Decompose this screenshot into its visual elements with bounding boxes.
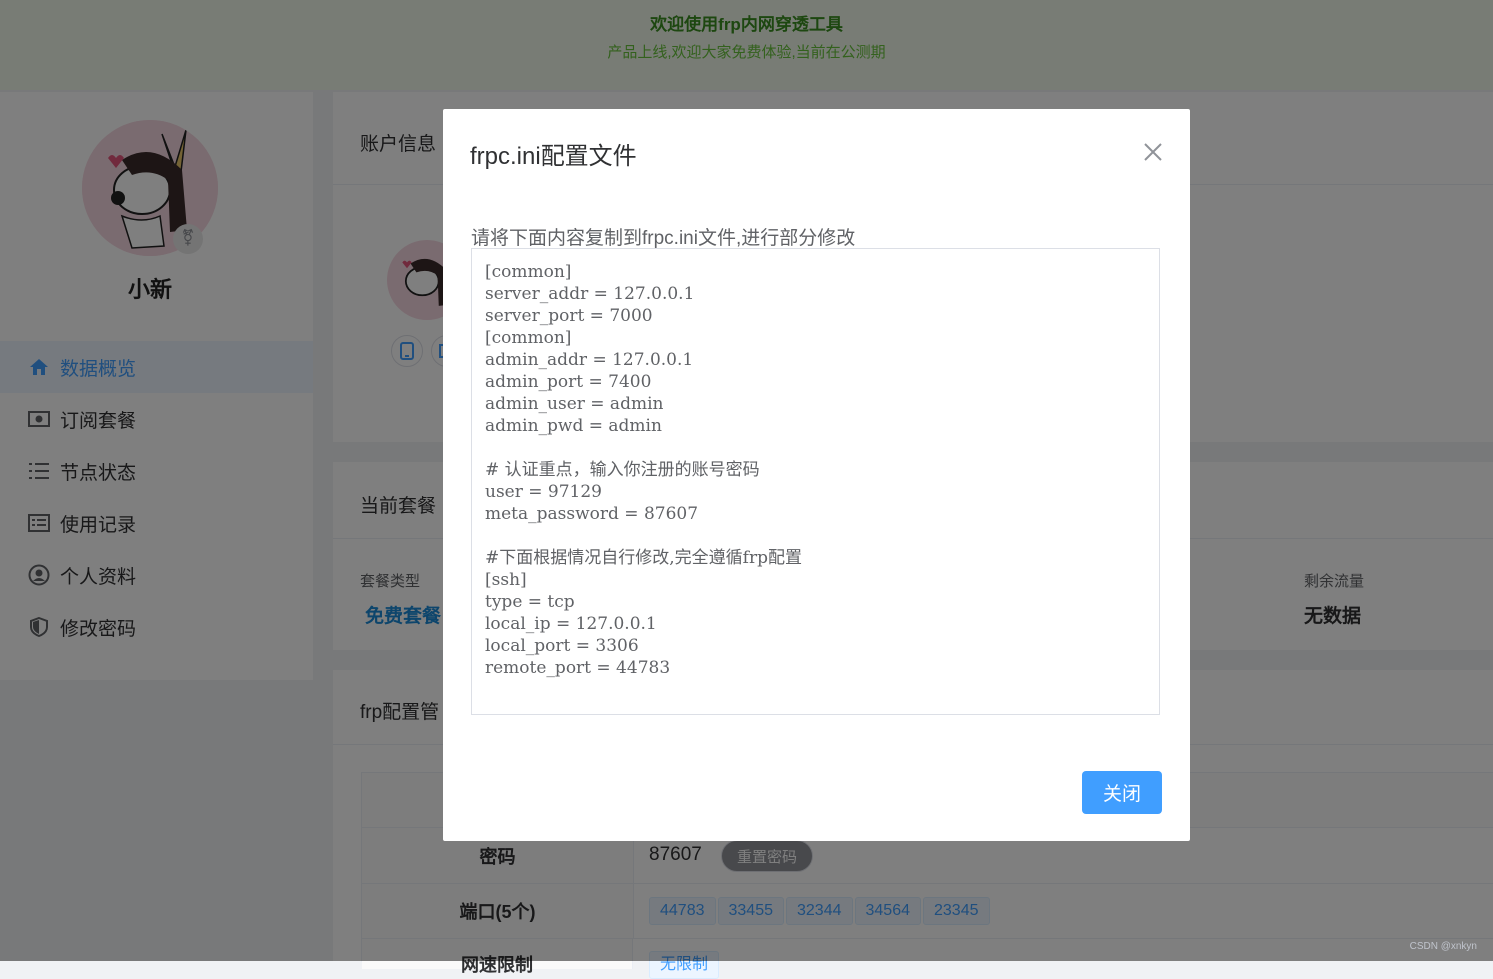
dialog-hint: 请将下面内容复制到frpc.ini文件,进行部分修改 (471, 228, 856, 249)
watermark: CSDN @xnkyn (1409, 941, 1477, 952)
config-dialog: frpc.ini配置文件 请将下面内容复制到frpc.ini文件,进行部分修改 … (443, 109, 1190, 841)
dialog-title: frpc.ini配置文件 (470, 143, 637, 170)
close-button[interactable]: 关闭 (1082, 771, 1162, 814)
close-icon[interactable] (1141, 140, 1165, 164)
config-textarea[interactable]: [common] server_addr = 127.0.0.1 server_… (471, 248, 1160, 715)
